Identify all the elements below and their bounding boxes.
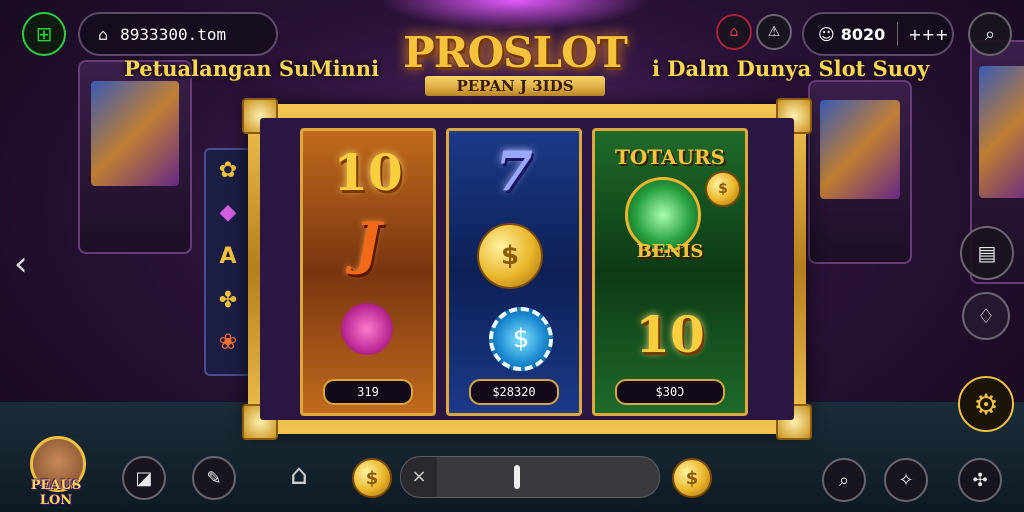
edit-icon: ◪ [135,467,153,489]
slider-handle[interactable] [514,465,520,489]
poker-chip-symbol: $ [489,307,553,371]
coin-button[interactable]: $ [672,458,712,498]
slot-machine-frame: 10 J 319 7 $ $ $28320 TOTAURS $ BENIS 10… [242,98,812,440]
home-icon[interactable]: ⌂ [282,458,316,492]
flower-symbol [337,299,397,359]
alert-button[interactable]: ⚠ [756,14,792,50]
share-icon: ✣ [972,469,988,491]
paytable-strip: ✿ ◆ A ✤ ❀ [204,148,252,376]
search-button[interactable]: ⌕ [968,12,1012,56]
grid-icon: ⊞ [35,22,53,46]
tagline-left: Petualangan SuMinni [124,56,380,81]
game-logo: PROSLOT [403,28,628,77]
reel-2[interactable]: 7 $ $ $28320 [446,128,582,416]
search-icon: ⌕ [838,469,850,491]
side-symbol: ✿ [218,158,238,183]
coin-symbol: $ [477,223,543,289]
url-pill[interactable]: ⌂ 8933300.tom [78,12,278,56]
reel-symbol-bottom: 10 [635,305,705,364]
prev-arrow-button[interactable]: ‹ [14,244,38,284]
game-logo-subtitle: PEPAN J 3IDS [425,76,605,96]
url-text: 8933300.tom [120,24,227,44]
reel-1[interactable]: 10 J 319 [300,128,436,416]
background-cabinet [808,80,912,264]
reel-symbol-top: 7 [495,139,533,203]
bonus-label: BENIS [636,241,704,262]
extra-value: +++ [908,24,949,44]
bet-slider[interactable]: × [400,456,660,498]
reel-value: $28320 [469,379,559,405]
divider [897,22,899,46]
tools-button[interactable]: ✎ [192,456,236,500]
reel-area: 10 J 319 7 $ $ $28320 TOTAURS $ BENIS 10… [260,118,794,420]
reel-value: $30Ɔ [615,379,725,405]
account-pill[interactable]: ☺ 8020 +++ [802,12,954,56]
player-avatar[interactable]: PEAUS LON [18,436,94,508]
home-icon: ⌂ [729,24,739,40]
user-icon: ☺ [818,24,835,44]
reel-symbol-middle: J [354,211,382,277]
gear-icon: ⚙ [973,387,999,421]
reel-symbol-top: 10 [333,143,403,202]
side-symbol: ✤ [218,288,238,313]
zoom-button[interactable]: ⌕ [822,458,866,502]
reel-3[interactable]: TOTAURS $ BENIS 10 $30Ɔ [592,128,748,416]
player-name: PEAUS LON [30,478,82,508]
reel-value: 319 [323,379,413,405]
stage-glow [380,0,650,30]
chest-icon: ▤ [977,241,997,265]
side-symbol: ❀ [218,330,238,355]
share-button[interactable]: ✣ [958,458,1002,502]
bonus-title: TOTAURS [614,145,726,169]
wand-icon: ✧ [898,469,914,491]
side-symbol: ◆ [219,200,237,225]
menu-button[interactable]: ⊞ [22,12,66,56]
coin-button[interactable]: $ [352,458,392,498]
account-value: 8020 [840,24,886,44]
search-icon: ⌕ [984,23,996,45]
edit-button[interactable]: ◪ [122,456,166,500]
warning-icon: ⚠ [767,24,781,40]
background-cabinet [78,60,192,254]
diamond-icon: ♢ [977,304,995,328]
home-button[interactable]: ⌂ [716,14,752,50]
autoplay-button[interactable]: ✧ [884,458,928,502]
settings-button[interactable]: ⚙ [958,376,1014,432]
tagline-right: i Dalm Dunya Slot Suoy [652,56,930,81]
coin-symbol: $ [705,171,741,207]
chest-button[interactable]: ▤ [960,226,1014,280]
side-symbol: A [219,244,237,269]
close-icon[interactable]: × [401,457,437,497]
lock-icon: ⌂ [98,24,109,44]
wrench-icon: ✎ [206,467,222,489]
diamond-button[interactable]: ♢ [962,292,1010,340]
